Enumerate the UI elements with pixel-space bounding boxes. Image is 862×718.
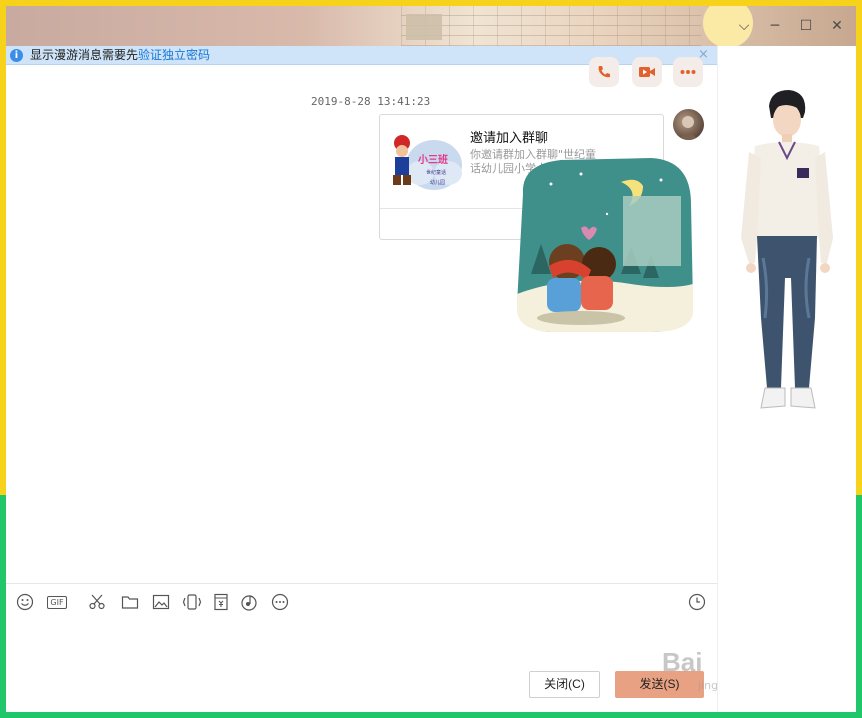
chat-window: ⌵ ─ ☐ ✕ i 显示漫游消息需要先验证独立密码 × 2019-8-28 13… — [6, 6, 856, 712]
video-call-button[interactable] — [632, 57, 662, 87]
video-camera-icon — [639, 67, 655, 77]
info-icon: i — [10, 49, 23, 62]
file-button[interactable] — [119, 591, 141, 613]
shake-icon — [182, 594, 202, 610]
smile-icon — [16, 593, 34, 611]
gif-icon: GIF — [47, 595, 67, 609]
emoji-button[interactable] — [14, 591, 36, 613]
couple-sticker[interactable] — [511, 154, 695, 334]
avatar-image — [679, 116, 698, 140]
music-icon — [241, 595, 257, 611]
title-bar[interactable]: ⌵ ─ ☐ ✕ — [6, 6, 856, 46]
close-window-icon[interactable]: ✕ — [827, 16, 847, 36]
group-thumbnail: 小三班 世纪童话 幼儿园 — [390, 125, 462, 197]
maximize-icon[interactable]: ☐ — [796, 16, 816, 36]
group-thumbnail-subtitle: 世纪童话 — [426, 170, 447, 176]
message-timestamp: 2019-8-28 13:41:23 — [311, 95, 431, 108]
image-button[interactable] — [150, 591, 172, 613]
image-icon — [152, 594, 170, 610]
screenshot-button[interactable] — [86, 591, 108, 613]
group-thumbnail-title: 小三班 — [418, 155, 448, 166]
message-history-button[interactable] — [686, 591, 708, 613]
minimize-icon[interactable]: ─ — [765, 16, 785, 36]
blurred-avatar — [406, 14, 442, 40]
clock-icon — [688, 593, 706, 611]
watermark-brand: Bai — [662, 647, 703, 677]
close-button[interactable]: 关闭(C) — [529, 671, 600, 698]
more-tools-button[interactable] — [269, 591, 291, 613]
title-bar-banner — [401, 6, 701, 46]
scissors-icon — [89, 594, 105, 610]
red-packet-button[interactable] — [210, 591, 232, 613]
notice-text: 显示漫游消息需要先验证独立密码 — [30, 46, 210, 64]
group-thumbnail-subtitle-2: 幼儿园 — [430, 180, 446, 186]
dropdown-icon[interactable]: ⌵ — [734, 16, 754, 36]
phone-icon — [598, 66, 610, 78]
input-divider — [6, 583, 717, 584]
shake-button[interactable] — [181, 591, 203, 613]
folder-icon — [121, 596, 139, 609]
more-dots-icon — [680, 70, 696, 74]
blurred-region — [623, 196, 681, 266]
invite-title: 邀请加入群聊 — [470, 131, 549, 146]
avatar-character[interactable] — [739, 88, 835, 428]
verify-password-link[interactable]: 验证独立密码 — [138, 48, 210, 62]
music-button[interactable] — [238, 591, 260, 613]
show-panel — [717, 46, 856, 712]
gif-button[interactable]: GIF — [44, 591, 70, 613]
more-icon — [271, 593, 289, 611]
notice-message: 显示漫游消息需要先 — [30, 48, 139, 62]
more-actions-button[interactable] — [673, 57, 703, 87]
red-packet-icon — [214, 593, 228, 611]
user-avatar[interactable] — [673, 109, 704, 140]
voice-call-button[interactable] — [589, 57, 619, 87]
